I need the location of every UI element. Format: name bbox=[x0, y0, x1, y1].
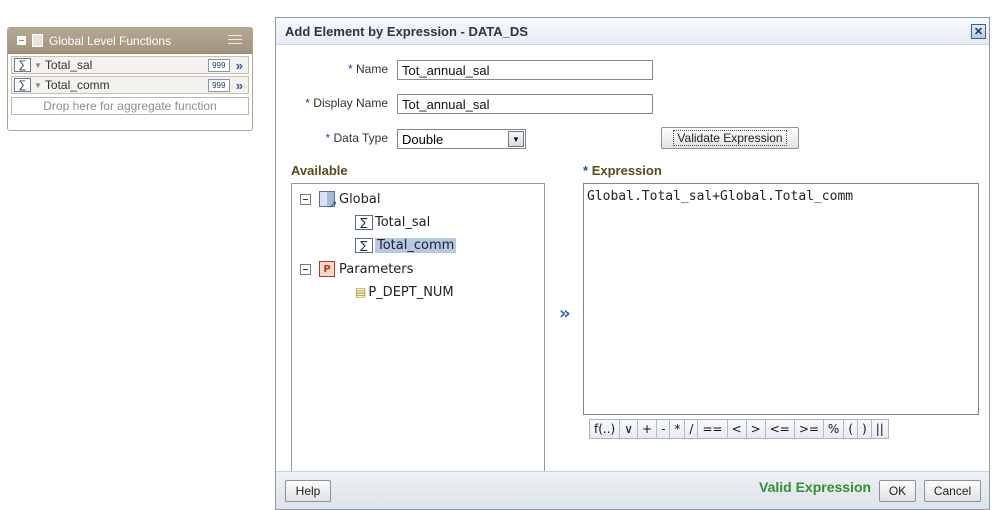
data-type-value: Double bbox=[402, 131, 444, 147]
sigma-icon: ∑ bbox=[355, 214, 373, 230]
validate-expression-button[interactable]: Validate Expression bbox=[661, 127, 799, 149]
operator-toolbar: f(..) ∨ + - * / == < > <= >= % ( ) || bbox=[589, 419, 889, 439]
required-mark: * bbox=[325, 131, 331, 145]
chevron-down-icon[interactable]: ▼ bbox=[34, 81, 42, 90]
divide-operator-button[interactable]: / bbox=[685, 420, 699, 438]
required-mark: * bbox=[305, 96, 310, 110]
close-icon[interactable]: ✕ bbox=[971, 23, 986, 39]
open-paren-button[interactable]: ( bbox=[844, 420, 859, 438]
tree-leaf-total-sal[interactable]: ∑ Total_sal bbox=[355, 212, 430, 232]
tree-node-parameters[interactable]: P Parameters bbox=[300, 259, 413, 279]
aggregate-item-total-sal[interactable]: ∑ ▼ Total_sal 999 » bbox=[11, 56, 249, 74]
aggregate-drop-zone[interactable]: Drop here for aggregate function bbox=[11, 97, 249, 115]
function-button[interactable]: f(..) bbox=[590, 420, 621, 438]
tree-node-label: Parameters bbox=[339, 261, 414, 277]
expression-textarea[interactable]: Global.Total_sal+Global.Total_comm bbox=[583, 183, 979, 415]
available-tree: Global ∑ Total_sal ∑ Total_comm P Parame… bbox=[291, 183, 545, 476]
display-name-label-text: Display Name bbox=[313, 96, 388, 110]
name-input[interactable]: Tot_annual_sal bbox=[397, 60, 653, 80]
chevron-down-icon[interactable]: ▼ bbox=[34, 61, 42, 70]
tree-leaf-label: P_DEPT_NUM bbox=[368, 284, 454, 300]
double-chevron-icon[interactable]: » bbox=[236, 78, 243, 93]
menu-icon[interactable] bbox=[228, 34, 242, 47]
multiply-operator-button[interactable]: * bbox=[670, 420, 686, 438]
display-name-input[interactable]: Tot_annual_sal bbox=[397, 94, 653, 114]
tree-leaf-p-dept-num[interactable]: ▤ P_DEPT_NUM bbox=[355, 282, 454, 302]
cancel-button[interactable]: Cancel bbox=[924, 480, 981, 502]
data-type-label-text: Data Type bbox=[333, 131, 388, 145]
expression-heading: * Expression bbox=[583, 163, 662, 178]
display-name-label: * Display Name bbox=[286, 96, 388, 110]
help-button[interactable]: Help bbox=[285, 480, 331, 502]
greater-than-operator-button[interactable]: > bbox=[747, 420, 766, 438]
name-label: * Name bbox=[316, 62, 388, 76]
data-type-label: * Data Type bbox=[296, 131, 389, 145]
required-mark: * bbox=[347, 62, 353, 76]
dropdown-arrow-icon[interactable]: ▼ bbox=[508, 131, 524, 147]
less-than-operator-button[interactable]: < bbox=[728, 420, 747, 438]
plus-operator-button[interactable]: + bbox=[638, 420, 658, 438]
data-type-select[interactable]: Double ▼ bbox=[397, 129, 526, 149]
close-paren-button[interactable]: ) bbox=[858, 420, 872, 438]
double-chevron-icon[interactable]: » bbox=[236, 58, 243, 73]
ok-button[interactable]: OK bbox=[879, 480, 916, 502]
less-equal-operator-button[interactable]: <= bbox=[766, 420, 795, 438]
dialog-titlebar: Add Element by Expression - DATA_DS ✕ bbox=[276, 18, 989, 45]
minus-operator-button[interactable]: - bbox=[657, 420, 671, 438]
number-format-icon[interactable]: 999 bbox=[207, 78, 230, 92]
collapse-node-icon[interactable] bbox=[300, 193, 311, 205]
function-menu-button[interactable]: ∨ bbox=[620, 420, 639, 438]
validate-expression-label: Validate Expression bbox=[673, 130, 787, 146]
available-label: Available bbox=[291, 163, 348, 178]
name-label-text: Name bbox=[355, 62, 388, 76]
aggregate-label: Total_comm bbox=[44, 78, 110, 92]
tree-leaf-label: Total_comm bbox=[375, 237, 457, 253]
concat-operator-button[interactable]: || bbox=[872, 420, 888, 438]
greater-equal-operator-button[interactable]: >= bbox=[795, 420, 824, 438]
collapse-node-icon[interactable] bbox=[300, 263, 311, 275]
tree-leaf-total-comm[interactable]: ∑ Total_comm bbox=[355, 235, 457, 255]
required-mark: * bbox=[583, 163, 589, 178]
validation-status: Valid Expression bbox=[759, 479, 872, 495]
sigma-icon: ∑ bbox=[355, 237, 373, 253]
sigma-icon: ∑ bbox=[14, 78, 31, 92]
expression-label: Expression bbox=[591, 163, 662, 178]
screen: Global Level Functions ∑ ▼ Total_sal 999… bbox=[0, 0, 997, 510]
aggregate-item-total-comm[interactable]: ∑ ▼ Total_comm 999 » bbox=[11, 76, 249, 94]
add-element-dialog: Add Element by Expression - DATA_DS ✕ * … bbox=[275, 17, 990, 510]
global-functions-palette: Global Level Functions ∑ ▼ Total_sal 999… bbox=[7, 27, 253, 131]
table-icon bbox=[32, 34, 43, 47]
modulo-operator-button[interactable]: % bbox=[824, 420, 845, 438]
number-format-icon[interactable]: 999 bbox=[207, 58, 230, 72]
parameter-field-icon: ▤ bbox=[355, 285, 367, 299]
equals-operator-button[interactable]: == bbox=[698, 420, 728, 438]
tree-node-label: Global bbox=[339, 191, 381, 207]
collapse-icon[interactable] bbox=[17, 36, 26, 45]
aggregate-label: Total_sal bbox=[44, 58, 93, 72]
tree-leaf-label: Total_sal bbox=[375, 214, 431, 230]
tree-node-global[interactable]: Global bbox=[300, 189, 381, 210]
palette-header[interactable]: Global Level Functions bbox=[8, 28, 252, 54]
dialog-title: Add Element by Expression - DATA_DS bbox=[285, 23, 528, 39]
data-group-icon bbox=[319, 191, 337, 210]
sigma-icon: ∑ bbox=[14, 58, 31, 72]
dialog-footer: Help Valid Expression OK Cancel bbox=[276, 471, 989, 509]
parameter-icon: P bbox=[319, 261, 335, 277]
palette-title: Global Level Functions bbox=[49, 33, 172, 48]
move-right-icon[interactable]: » bbox=[559, 303, 571, 324]
